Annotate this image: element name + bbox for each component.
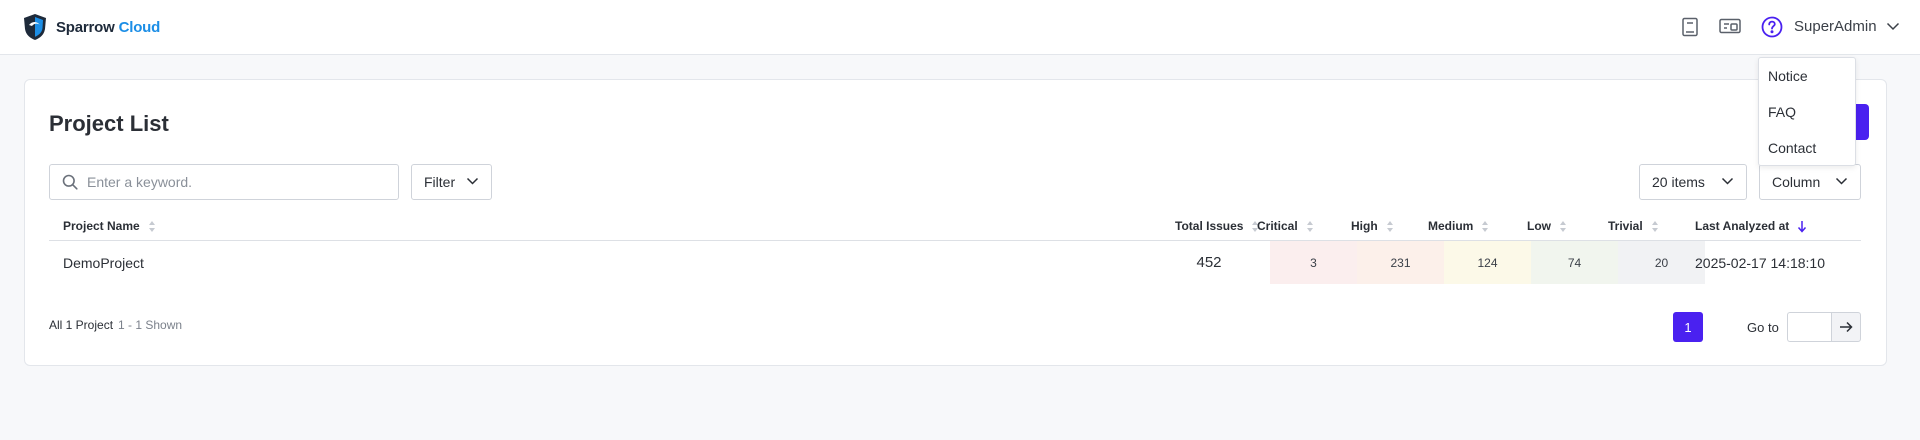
low-count-cell: 74 bbox=[1531, 241, 1618, 284]
search-icon bbox=[62, 174, 78, 190]
column-header-label: Last Analyzed at bbox=[1695, 219, 1790, 233]
sort-icon bbox=[1560, 220, 1566, 232]
brand-name-part1: Sparrow bbox=[56, 18, 115, 36]
table-header: Project Name Total Issues Critical High … bbox=[49, 211, 1861, 241]
top-bar: Sparrow Cloud SuperAdmin bbox=[0, 0, 1920, 55]
column-select[interactable]: Column bbox=[1759, 164, 1861, 200]
filter-label: Filter bbox=[424, 174, 456, 190]
result-summary: All 1 Project 1 - 1 Shown bbox=[49, 318, 182, 332]
total-issues-cell: 452 bbox=[1196, 254, 1222, 271]
column-header-trivial[interactable]: Trivial bbox=[1608, 219, 1659, 233]
column-header-critical[interactable]: Critical bbox=[1257, 219, 1314, 233]
goto-page-input[interactable] bbox=[1787, 312, 1832, 342]
sort-icon bbox=[1386, 220, 1393, 232]
shown-range-text: 1 - 1 Shown bbox=[118, 318, 183, 332]
sort-desc-icon bbox=[1798, 220, 1807, 233]
column-header-medium[interactable]: Medium bbox=[1428, 219, 1489, 233]
help-dropdown-menu: Notice FAQ Contact bbox=[1758, 57, 1856, 166]
brand-logo[interactable]: Sparrow Cloud bbox=[23, 13, 160, 41]
last-analyzed-cell: 2025-02-17 14:18:10 bbox=[1695, 254, 1825, 271]
user-menu[interactable]: SuperAdmin bbox=[1794, 18, 1900, 35]
shield-logo-icon bbox=[24, 14, 46, 40]
project-list-card: Project List Filter 20 items Column Proj… bbox=[24, 79, 1887, 366]
column-header-label: High bbox=[1351, 219, 1378, 233]
column-header-low[interactable]: Low bbox=[1527, 219, 1567, 233]
page-size-label: 20 items bbox=[1652, 174, 1705, 190]
goto-label: Go to bbox=[1747, 320, 1779, 335]
column-label: Column bbox=[1772, 174, 1821, 190]
create-project-button[interactable] bbox=[1855, 104, 1869, 140]
column-header-last-analyzed[interactable]: Last Analyzed at bbox=[1695, 219, 1807, 233]
menu-item-contact[interactable]: Contact bbox=[1768, 140, 1816, 156]
column-header-label: Low bbox=[1527, 219, 1551, 233]
column-header-project-name[interactable]: Project Name bbox=[63, 219, 156, 233]
search-input[interactable] bbox=[87, 174, 377, 190]
trivial-count-cell: 20 bbox=[1618, 241, 1705, 284]
column-header-label: Critical bbox=[1257, 219, 1298, 233]
page-title: Project List bbox=[49, 111, 169, 136]
high-count-cell: 231 bbox=[1357, 241, 1444, 284]
column-header-high[interactable]: High bbox=[1351, 219, 1394, 233]
column-header-label: Medium bbox=[1428, 219, 1474, 233]
column-header-label: Total Issues bbox=[1175, 219, 1244, 233]
brand-name-part2: Cloud bbox=[118, 18, 161, 36]
medium-count-cell: 124 bbox=[1444, 241, 1531, 284]
filter-dropdown[interactable]: Filter bbox=[411, 164, 492, 200]
page-size-select[interactable]: 20 items bbox=[1639, 164, 1747, 200]
goto-submit-button[interactable] bbox=[1831, 312, 1861, 342]
search-box bbox=[49, 164, 399, 200]
column-header-label: Trivial bbox=[1608, 219, 1643, 233]
user-name: SuperAdmin bbox=[1794, 18, 1877, 35]
chevron-down-icon bbox=[1721, 177, 1734, 185]
column-header-label: Project Name bbox=[63, 219, 140, 233]
help-circle-icon[interactable] bbox=[1759, 14, 1785, 40]
project-name-cell[interactable]: DemoProject bbox=[63, 241, 144, 284]
chevron-down-icon bbox=[1886, 22, 1899, 31]
book-icon[interactable] bbox=[1677, 14, 1703, 40]
column-header-total-issues[interactable]: Total Issues bbox=[1175, 219, 1259, 233]
menu-item-faq[interactable]: FAQ bbox=[1768, 104, 1796, 120]
sort-icon bbox=[1306, 220, 1313, 232]
chevron-down-icon bbox=[466, 177, 479, 185]
brand-name: Sparrow Cloud bbox=[56, 19, 160, 36]
menu-item-notice[interactable]: Notice bbox=[1768, 68, 1808, 84]
chevron-down-icon bbox=[1835, 177, 1848, 185]
table-row[interactable]: DemoProject 452 3 231 124 74 20 2025-02-… bbox=[49, 241, 1861, 284]
sort-icon bbox=[1482, 220, 1489, 232]
pagination-page-1[interactable]: 1 bbox=[1673, 312, 1703, 342]
critical-count-cell: 3 bbox=[1270, 241, 1357, 284]
sort-icon bbox=[148, 220, 155, 232]
sort-icon bbox=[1651, 220, 1658, 232]
monitor-chat-icon[interactable] bbox=[1717, 14, 1743, 40]
total-count-text: All 1 Project bbox=[49, 318, 114, 332]
arrow-right-icon bbox=[1840, 321, 1853, 333]
